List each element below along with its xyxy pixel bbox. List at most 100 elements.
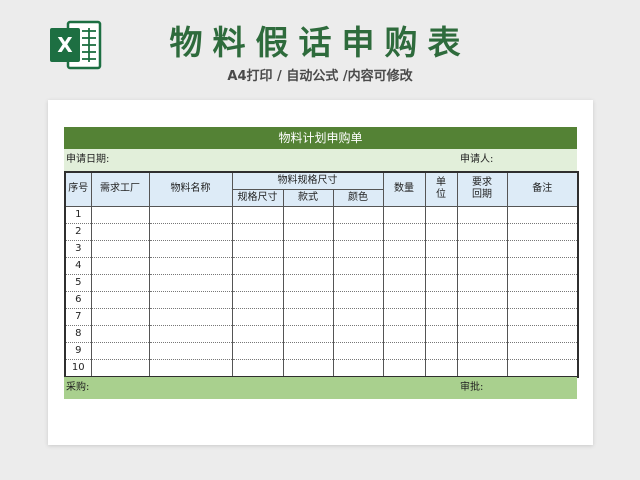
table-cell[interactable] [231, 240, 284, 258]
table-cell[interactable] [148, 359, 233, 377]
table-cell[interactable] [148, 291, 233, 309]
table-cell[interactable] [456, 223, 508, 241]
table-cell[interactable] [90, 206, 150, 224]
table-cell[interactable] [382, 257, 426, 275]
table-cell[interactable] [90, 223, 150, 241]
row-number[interactable]: 3 [64, 240, 92, 258]
table-cell[interactable] [506, 240, 579, 258]
row-number[interactable]: 4 [64, 257, 92, 275]
table-cell[interactable] [382, 308, 426, 326]
table-cell[interactable] [424, 325, 458, 343]
table-cell[interactable] [456, 359, 508, 377]
table-cell[interactable] [506, 274, 579, 292]
table-cell[interactable] [332, 274, 384, 292]
table-cell[interactable] [424, 223, 458, 241]
table-cell[interactable] [282, 291, 334, 309]
table-cell[interactable] [231, 223, 284, 241]
table-cell[interactable] [424, 342, 458, 360]
table-cell[interactable] [382, 325, 426, 343]
table-cell[interactable] [90, 359, 150, 377]
table-cell[interactable] [90, 342, 150, 360]
table-cell[interactable] [332, 257, 384, 275]
table-cell[interactable] [148, 257, 233, 275]
table-cell[interactable] [90, 291, 150, 309]
table-cell[interactable] [90, 308, 150, 326]
table-cell[interactable] [424, 257, 458, 275]
row-number[interactable]: 6 [64, 291, 92, 309]
table-cell[interactable] [506, 206, 579, 224]
table-cell[interactable] [282, 240, 334, 258]
table-cell[interactable] [282, 257, 334, 275]
table-cell[interactable] [282, 308, 334, 326]
table-cell[interactable] [148, 274, 233, 292]
row-number[interactable]: 5 [64, 274, 92, 292]
table-cell[interactable] [90, 325, 150, 343]
table-cell[interactable] [456, 257, 508, 275]
table-cell[interactable] [382, 223, 426, 241]
table-cell[interactable] [506, 325, 579, 343]
table-cell[interactable] [456, 240, 508, 258]
table-cell[interactable] [332, 291, 384, 309]
table-cell[interactable] [231, 291, 284, 309]
table-cell[interactable] [506, 342, 579, 360]
table-cell[interactable] [231, 257, 284, 275]
table-cell[interactable] [90, 240, 150, 258]
table-cell[interactable] [456, 325, 508, 343]
table-cell[interactable] [456, 206, 508, 224]
table-cell[interactable] [506, 291, 579, 309]
row-number[interactable]: 7 [64, 308, 92, 326]
table-cell[interactable] [282, 325, 334, 343]
table-cell[interactable] [382, 359, 426, 377]
table-cell[interactable] [148, 325, 233, 343]
table-cell[interactable] [282, 342, 334, 360]
row-number[interactable]: 9 [64, 342, 92, 360]
table-cell[interactable] [332, 223, 384, 241]
table-cell[interactable] [456, 308, 508, 326]
table-cell[interactable] [332, 308, 384, 326]
table-cell[interactable] [332, 342, 384, 360]
table-cell[interactable] [282, 223, 334, 241]
table-cell[interactable] [424, 359, 458, 377]
table-cell[interactable] [382, 206, 426, 224]
table-cell[interactable] [148, 308, 233, 326]
table-cell[interactable] [231, 206, 284, 224]
table-cell[interactable] [424, 291, 458, 309]
table-cell[interactable] [382, 291, 426, 309]
table-cell[interactable] [282, 206, 334, 224]
row-number[interactable]: 1 [64, 206, 92, 224]
table-cell[interactable] [456, 342, 508, 360]
table-cell[interactable] [231, 359, 284, 377]
table-cell[interactable] [382, 274, 426, 292]
table-cell[interactable] [332, 240, 384, 258]
table-cell[interactable] [332, 325, 384, 343]
table-cell[interactable] [456, 274, 508, 292]
table-cell[interactable] [506, 257, 579, 275]
table-cell[interactable] [148, 342, 233, 360]
row-number[interactable]: 10 [64, 359, 92, 377]
table-cell[interactable] [424, 308, 458, 326]
table-cell[interactable] [506, 223, 579, 241]
table-cell[interactable] [506, 359, 579, 377]
table-cell[interactable] [231, 325, 284, 343]
table-cell[interactable] [506, 308, 579, 326]
table-cell[interactable] [231, 308, 284, 326]
row-number[interactable]: 8 [64, 325, 92, 343]
table-cell[interactable] [382, 342, 426, 360]
table-cell[interactable] [148, 240, 233, 258]
table-cell[interactable] [282, 359, 334, 377]
table-cell[interactable] [382, 240, 426, 258]
table-cell[interactable] [424, 274, 458, 292]
table-cell[interactable] [148, 223, 233, 241]
row-number[interactable]: 2 [64, 223, 92, 241]
table-cell[interactable] [282, 274, 334, 292]
table-cell[interactable] [332, 359, 384, 377]
table-cell[interactable] [456, 291, 508, 309]
table-cell[interactable] [231, 342, 284, 360]
table-cell[interactable] [90, 274, 150, 292]
table-cell[interactable] [148, 206, 233, 224]
table-cell[interactable] [90, 257, 150, 275]
table-cell[interactable] [424, 240, 458, 258]
table-cell[interactable] [231, 274, 284, 292]
table-cell[interactable] [332, 206, 384, 224]
table-cell[interactable] [424, 206, 458, 224]
